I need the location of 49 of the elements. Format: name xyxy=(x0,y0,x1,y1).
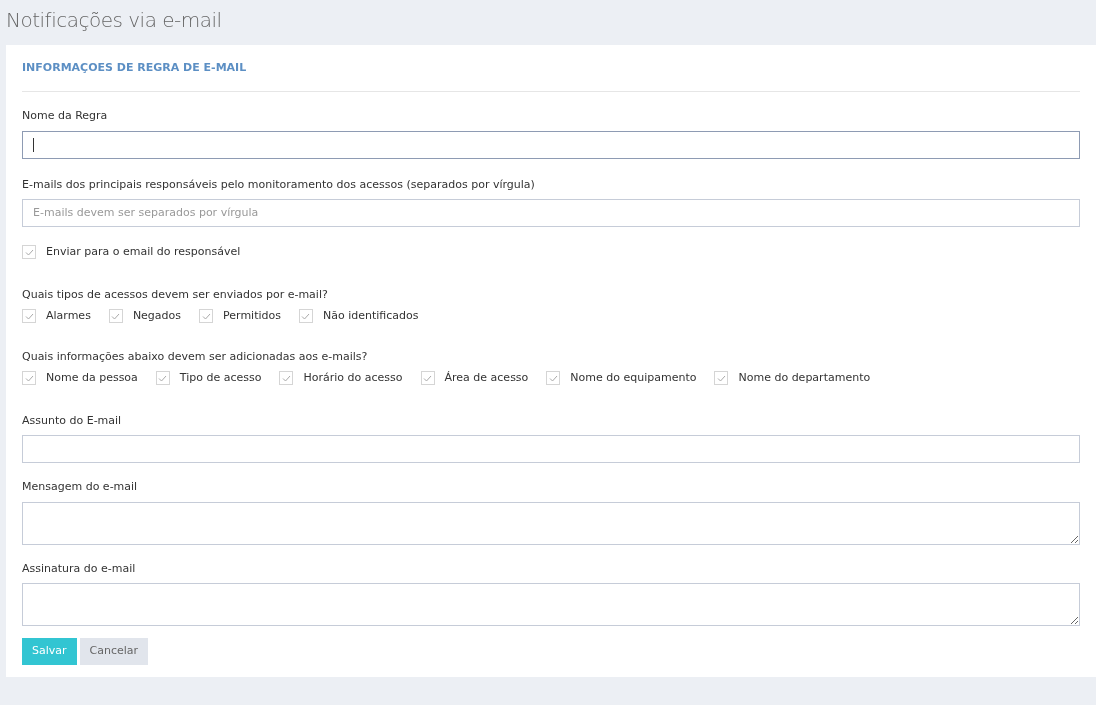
checkmark-icon xyxy=(301,312,311,320)
checkbox[interactable] xyxy=(199,309,214,324)
field-label: Mensagem do e-mail xyxy=(22,479,139,495)
checkmark-icon xyxy=(717,374,726,382)
checkbox-label: Nome do equipamento xyxy=(570,370,697,386)
checkbox-label: Tipo de acesso xyxy=(179,370,262,386)
checkmark-icon xyxy=(111,312,121,320)
checkbox-label: Negados xyxy=(132,308,182,324)
checkmark-icon xyxy=(548,374,558,382)
question-label: Quais informações abaixo devem ser adicionadas aos e-mails? xyxy=(22,348,369,365)
checkmark-icon xyxy=(24,374,34,382)
checkbox[interactable] xyxy=(108,309,123,324)
input-field[interactable] xyxy=(22,435,1080,463)
checkbox-label: Permitidos xyxy=(223,308,281,324)
checkbox-label: Alarmes xyxy=(46,308,91,324)
checkbox[interactable] xyxy=(714,371,729,386)
textarea-field[interactable] xyxy=(22,583,1080,626)
save-button[interactable]: Salvar xyxy=(22,638,77,665)
checkbox[interactable] xyxy=(22,371,36,386)
checkbox[interactable] xyxy=(546,371,561,386)
checkmark-icon xyxy=(158,374,168,382)
field-label: E-mails dos principais responsáveis pelo monitoramento dos acessos (separados por vírgula) xyxy=(22,176,536,193)
checkbox-label: Nome do departamento xyxy=(738,370,871,386)
checkbox[interactable] xyxy=(298,309,313,324)
input-field[interactable] xyxy=(22,130,1080,159)
checkmark-icon xyxy=(423,374,432,382)
checkbox[interactable] xyxy=(22,245,36,260)
field-label: Assinatura do e-mail xyxy=(22,560,137,577)
checkbox[interactable] xyxy=(155,371,170,386)
input-field[interactable]: E-mails devem ser separados por vírgula xyxy=(22,199,1080,227)
field-label: Nome da Regra xyxy=(22,108,109,124)
checkbox-label: Enviar para o email do responsável xyxy=(46,244,241,260)
checkmark-icon xyxy=(24,312,34,320)
checkbox-label: Horário do acesso xyxy=(303,370,403,386)
textarea-field[interactable] xyxy=(22,501,1080,545)
page-title: Notificações via e-mail xyxy=(5,7,223,34)
checkbox[interactable] xyxy=(420,371,435,386)
checkmark-icon xyxy=(282,374,291,382)
checkbox[interactable] xyxy=(279,371,294,386)
cancel-button[interactable]: Cancelar xyxy=(79,638,149,665)
checkmark-icon xyxy=(24,248,34,256)
checkmark-icon xyxy=(201,312,211,320)
section-title: INFORMAÇOES DE REGRA DE E-MAIL xyxy=(22,59,247,76)
checkbox-label: Não identificados xyxy=(322,308,419,324)
checkbox[interactable] xyxy=(22,309,36,324)
field-label: Assunto do E-mail xyxy=(22,412,123,429)
question-label: Quais tipos de acessos devem ser enviados por e-mail? xyxy=(22,286,329,303)
checkbox-label: Área de acesso xyxy=(444,370,529,386)
checkbox-label: Nome da pessoa xyxy=(46,370,138,386)
